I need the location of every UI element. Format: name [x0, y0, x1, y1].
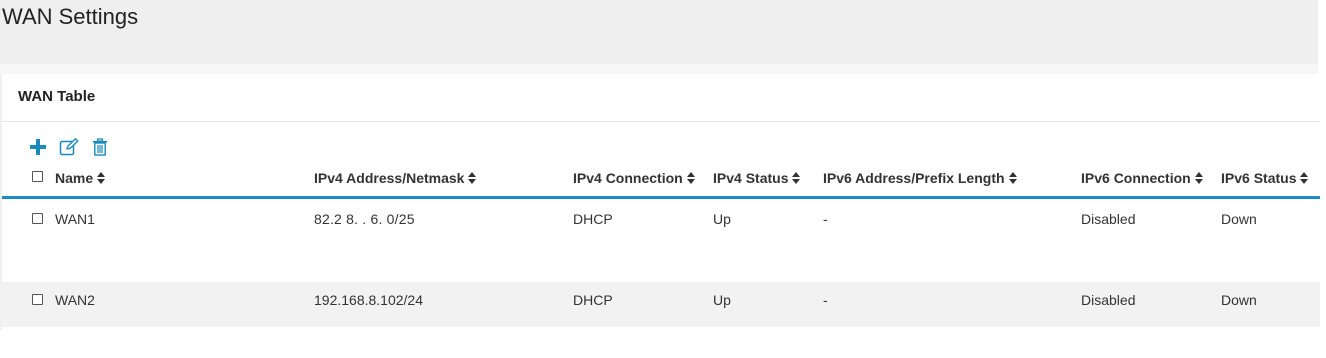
cell-ipv6-status: Down: [1221, 211, 1257, 227]
delete-button[interactable]: [89, 136, 111, 158]
row-checkbox[interactable]: [32, 294, 43, 305]
cell-ipv6-address: -: [823, 292, 828, 308]
cell-ipv4-address: 192.168.8.102/24: [314, 292, 423, 308]
cell-ipv6-status: Down: [1221, 292, 1257, 308]
select-all-checkbox[interactable]: [32, 171, 43, 182]
row-checkbox[interactable]: [32, 213, 43, 224]
column-header-ipv6-connection[interactable]: IPv6 Connection: [1081, 170, 1203, 186]
wan-table-panel: WAN Table Name IPv4 Address/Netmask IPv4…: [0, 74, 1320, 330]
cell-ipv6-connection: Disabled: [1081, 292, 1136, 308]
sort-icon: [468, 172, 477, 184]
cell-ipv6-address: -: [823, 211, 828, 227]
cell-ipv4-address: 82.2 8. . 6. 0/25: [314, 211, 415, 227]
header-gap: [0, 64, 1318, 74]
column-header-ipv6-address[interactable]: IPv6 Address/Prefix Length: [823, 170, 1017, 186]
sort-icon: [1300, 172, 1309, 184]
sort-icon: [1008, 172, 1017, 184]
cell-name: WAN1: [55, 211, 95, 227]
table-header: Name IPv4 Address/Netmask IPv4 Connectio…: [2, 166, 1320, 199]
panel-title: WAN Table: [18, 88, 96, 105]
cell-ipv4-status: Up: [713, 211, 731, 227]
sort-icon: [686, 172, 695, 184]
sort-icon: [97, 172, 106, 184]
edit-icon: [59, 138, 79, 156]
cell-ipv4-connection: DHCP: [573, 211, 613, 227]
cell-name: WAN2: [55, 292, 95, 308]
column-header-name[interactable]: Name: [55, 170, 106, 186]
sort-icon: [1194, 172, 1203, 184]
cell-ipv6-connection: Disabled: [1081, 211, 1136, 227]
cell-ipv4-connection: DHCP: [573, 292, 613, 308]
page-header: WAN Settings: [0, 0, 1318, 64]
trash-icon: [93, 138, 107, 156]
plus-icon: [30, 139, 46, 155]
panel-divider: [2, 121, 1320, 122]
column-header-ipv4-status[interactable]: IPv4 Status: [713, 170, 801, 186]
edit-button[interactable]: [58, 136, 80, 158]
page-title: WAN Settings: [2, 4, 139, 29]
column-header-ipv4-address[interactable]: IPv4 Address/Netmask: [314, 170, 477, 186]
table-row[interactable]: WAN2 192.168.8.102/24 DHCP Up - Disabled…: [2, 282, 1320, 327]
sort-icon: [792, 172, 801, 184]
table-row[interactable]: WAN1 82.2 8. . 6. 0/25 DHCP Up - Disable…: [2, 199, 1320, 282]
add-button[interactable]: [27, 136, 49, 158]
column-header-ipv6-status[interactable]: IPv6 Status: [1221, 170, 1309, 186]
cell-ipv4-status: Up: [713, 292, 731, 308]
column-header-ipv4-connection[interactable]: IPv4 Connection: [573, 170, 695, 186]
table-toolbar: [27, 136, 120, 158]
